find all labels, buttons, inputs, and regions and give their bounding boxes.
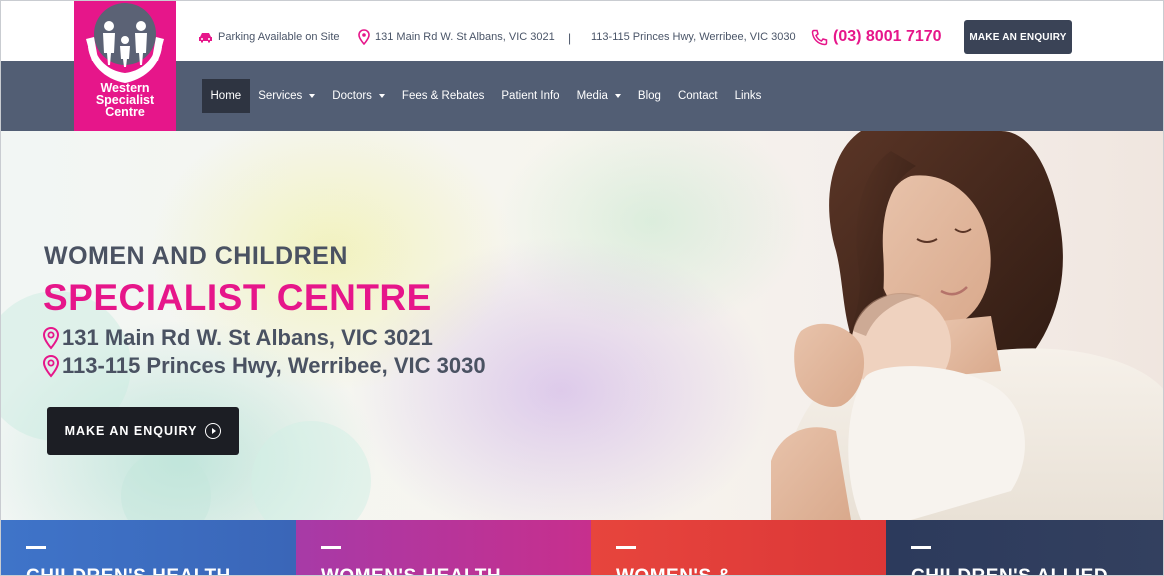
address-separator: |	[568, 31, 572, 45]
address-2-text: 113-115 Princes Hwy, Werribee, VIC 3030	[591, 31, 796, 43]
top-bar: Western Specialist Centre Parking Availa…	[1, 1, 1163, 131]
mother-baby-photo	[771, 131, 1163, 520]
nav-item-patient-info[interactable]: Patient Info	[493, 79, 568, 113]
tile-womens-and[interactable]: WOMEN'S & ...	[591, 520, 886, 575]
nav-label: Links	[734, 90, 762, 102]
map-pin-icon	[42, 354, 60, 378]
nav-label: Home	[210, 90, 242, 102]
hero-heading-line-2: SPECIALIST CENTRE	[43, 277, 432, 318]
tile-womens-health[interactable]: WOMEN'S HEALTH	[296, 520, 591, 575]
tile-childrens-allied[interactable]: CHILDREN'S ALLIED	[886, 520, 1163, 575]
hero-enquiry-button[interactable]: MAKE AN ENQUIRY	[47, 407, 239, 455]
hero-banner: WOMEN AND CHILDREN SPECIALIST CENTRE 131…	[1, 131, 1163, 520]
caret-down-icon	[614, 94, 621, 98]
nav-label: Doctors	[332, 90, 372, 102]
logo-line-3: Centre	[105, 105, 145, 119]
map-pin-icon	[358, 29, 370, 45]
nav-item-blog[interactable]: Blog	[629, 79, 669, 113]
nav-label: Patient Info	[501, 90, 560, 102]
tile-label: WOMEN'S HEALTH	[321, 566, 501, 575]
nav-label: Contact	[677, 90, 718, 102]
logo-text: Western Specialist Centre	[74, 82, 176, 119]
address-1-text: 131 Main Rd W. St Albans, VIC 3021	[375, 31, 555, 43]
nav-label: Blog	[637, 90, 661, 102]
parking-info: Parking Available on Site	[198, 31, 340, 43]
site-logo[interactable]: Western Specialist Centre	[74, 1, 176, 131]
hero-address-2: 113-115 Princes Hwy, Werribee, VIC 3030	[42, 353, 486, 379]
parking-text: Parking Available on Site	[218, 31, 340, 43]
page-frame: Western Specialist Centre Parking Availa…	[0, 0, 1164, 576]
tile-childrens-health[interactable]: CHILDREN'S HEALTH	[1, 520, 296, 575]
nav-item-media[interactable]: Media	[568, 79, 629, 113]
hero-address-1-text: 131 Main Rd W. St Albans, VIC 3021	[62, 325, 433, 350]
top-enquiry-button[interactable]: MAKE AN ENQUIRY	[964, 20, 1072, 54]
tile-label: WOMEN'S & ...	[616, 566, 755, 575]
nav-item-services[interactable]: Services	[250, 79, 324, 113]
nav-item-contact[interactable]: Contact	[669, 79, 726, 113]
main-nav: Home Services Doctors Fees & Rebates Pat…	[202, 79, 770, 113]
bokeh-circle	[251, 421, 371, 520]
nav-label: Services	[258, 90, 303, 102]
phone-link[interactable]: (03) 8001 7170	[811, 28, 942, 46]
caret-down-icon	[378, 94, 385, 98]
car-icon	[199, 32, 212, 42]
hero-address-1: 131 Main Rd W. St Albans, VIC 3021	[42, 325, 433, 351]
tile-dash	[911, 546, 931, 549]
service-tiles: CHILDREN'S HEALTH WOMEN'S HEALTH WOMEN'S…	[1, 520, 1163, 575]
nav-label: Fees & Rebates	[401, 90, 485, 102]
nav-item-home[interactable]: Home	[202, 79, 250, 113]
phone-icon	[811, 29, 828, 45]
hero-heading-line-1: WOMEN AND CHILDREN	[44, 242, 348, 270]
hero-enquiry-label: MAKE AN ENQUIRY	[64, 424, 198, 438]
tile-dash	[321, 546, 341, 549]
nav-item-doctors[interactable]: Doctors	[324, 79, 394, 113]
address-2-info[interactable]: 113-115 Princes Hwy, Werribee, VIC 3030	[591, 31, 796, 43]
tile-dash	[26, 546, 46, 549]
family-hands-icon	[86, 21, 164, 83]
caret-down-icon	[309, 94, 316, 98]
hero-address-2-text: 113-115 Princes Hwy, Werribee, VIC 3030	[62, 353, 486, 378]
nav-item-fees[interactable]: Fees & Rebates	[393, 79, 492, 113]
phone-number: (03) 8001 7170	[833, 28, 942, 45]
tile-label: CHILDREN'S ALLIED	[911, 566, 1108, 575]
tile-label: CHILDREN'S HEALTH	[26, 566, 231, 575]
nav-label: Media	[576, 90, 608, 102]
bokeh-circle	[121, 451, 211, 520]
tile-dash	[616, 546, 636, 549]
nav-item-links[interactable]: Links	[726, 79, 770, 113]
map-pin-icon	[42, 326, 60, 350]
arrow-right-circle-icon	[205, 423, 222, 439]
address-1-info[interactable]: 131 Main Rd W. St Albans, VIC 3021	[358, 29, 555, 45]
